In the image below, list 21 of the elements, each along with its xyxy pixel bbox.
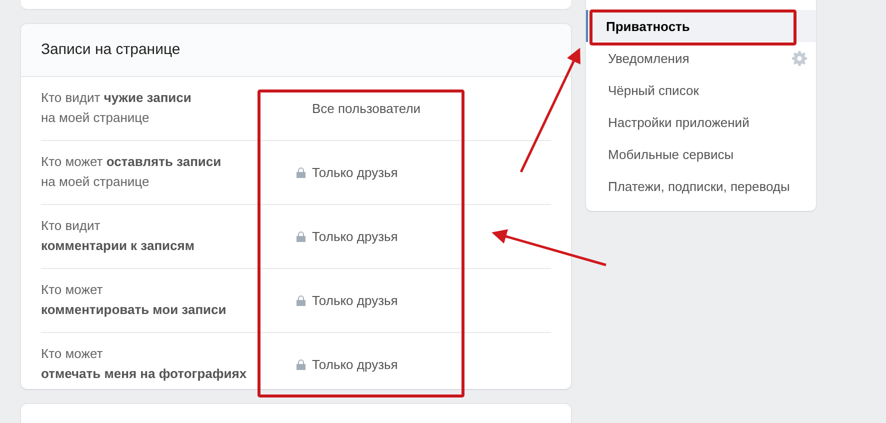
menu-item[interactable]: Чёрный список [586, 74, 816, 106]
menu-item[interactable]: Мобильные сервисы [586, 138, 816, 170]
menu-item[interactable]: Платежи, подписки, переводы [586, 170, 816, 202]
setting-label: Кто может комментировать мои записи [41, 281, 228, 320]
menu-item[interactable]: Уведомления [586, 42, 816, 74]
setting-label: Кто видит комментарии к записям [41, 217, 196, 256]
setting-label: Кто может отмечать меня на фотографиях [41, 345, 248, 384]
lock-icon [296, 230, 306, 242]
privacy-dropdown[interactable]: Только друзья [296, 356, 398, 372]
privacy-dropdown[interactable]: Все пользователи [296, 100, 421, 116]
privacy-dropdown[interactable]: Только друзья [296, 228, 398, 244]
privacy-dropdown[interactable]: Только друзья [296, 164, 398, 180]
lock-icon [296, 358, 306, 370]
lock-icon [296, 294, 306, 306]
menu-item[interactable]: Настройки приложений [586, 106, 816, 138]
setting-label: Кто может оставлять записи на моей странице [41, 153, 222, 192]
section-title: Записи на странице [21, 24, 571, 77]
settings-icon[interactable] [792, 50, 807, 66]
setting-label: Кто видит чужие записи на моей странице [41, 89, 192, 128]
privacy-dropdown[interactable]: Только друзья [296, 292, 398, 308]
lock-icon [296, 166, 306, 178]
